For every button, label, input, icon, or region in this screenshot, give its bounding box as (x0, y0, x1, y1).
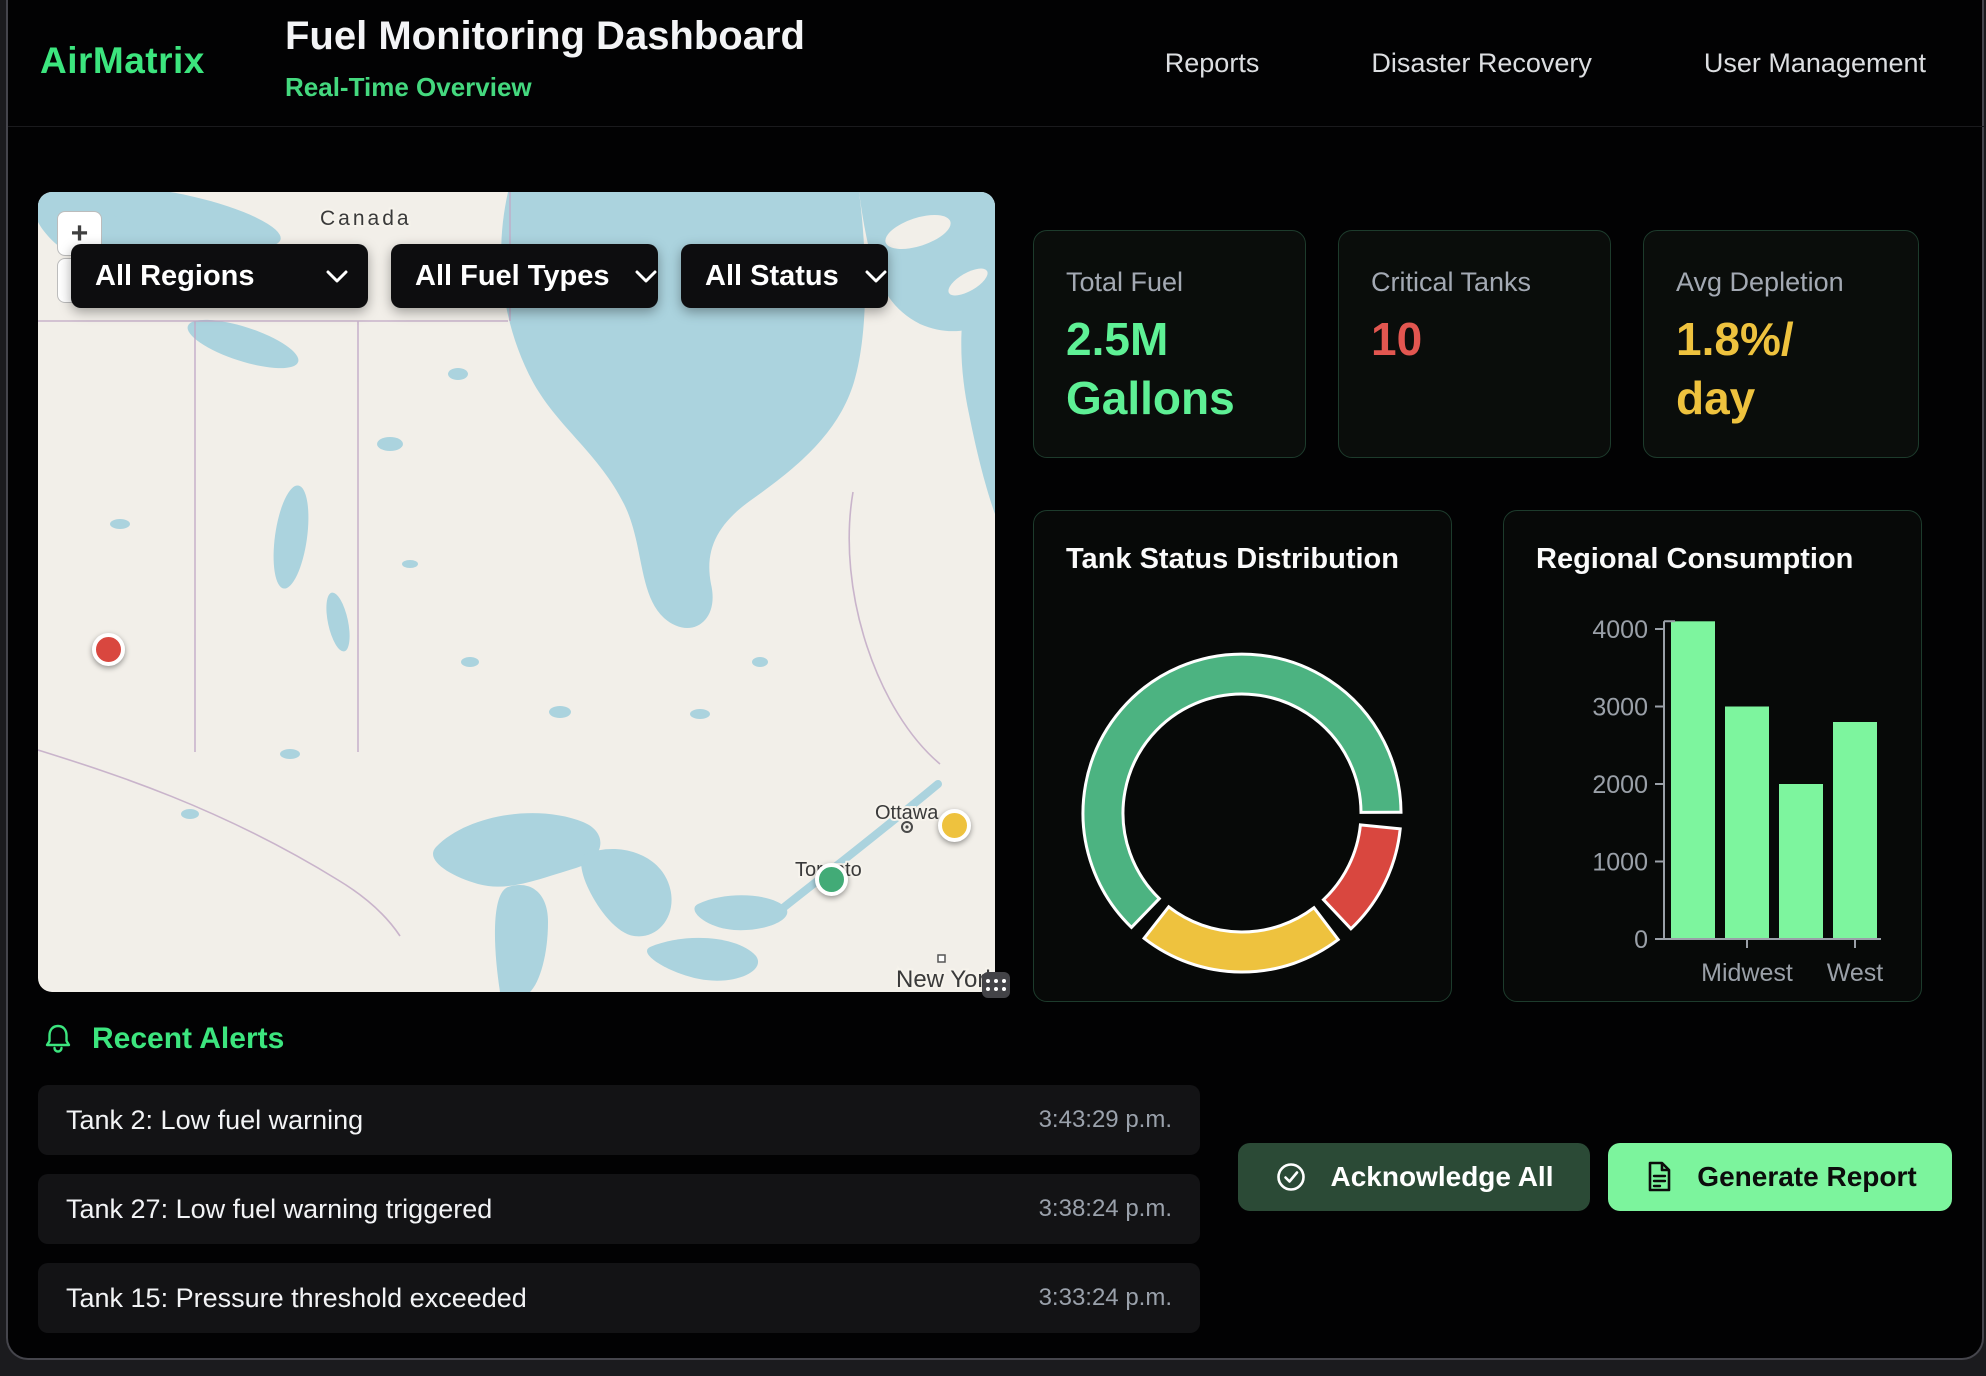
alert-time: 3:33:24 p.m. (1039, 1284, 1172, 1312)
stat-label: Total Fuel (1066, 267, 1273, 298)
normal-tank-marker[interactable] (815, 863, 848, 896)
bar-3 (1833, 722, 1877, 939)
bar-2 (1779, 784, 1823, 939)
status-filter-dropdown[interactable]: All Status (681, 244, 888, 308)
bar-1 (1725, 707, 1769, 940)
fuel-type-filter-value: All Fuel Types (415, 260, 609, 293)
chevron-down-icon (326, 270, 348, 283)
alert-text: Tank 2: Low fuel warning (66, 1105, 363, 1136)
alerts-header: Recent Alerts (42, 1022, 284, 1056)
alert-text: Tank 27: Low fuel warning triggered (66, 1194, 492, 1225)
nav-user-management[interactable]: User Management (1704, 48, 1926, 79)
alerts-title: Recent Alerts (92, 1022, 284, 1056)
stat-label: Avg Depletion (1676, 267, 1886, 298)
map-filter-row: All Regions All Fuel Types All Status (71, 244, 888, 308)
stat-value-critical-tanks: 10 (1371, 310, 1578, 369)
x-tick-label: West (1827, 959, 1884, 987)
x-tick-label: Midwest (1701, 959, 1793, 987)
bar-0 (1671, 621, 1715, 939)
stat-card-total-fuel: Total Fuel 2.5MGallons (1033, 230, 1306, 458)
map-resize-handle[interactable] (982, 972, 1010, 998)
tank-status-card: Tank Status Distribution (1033, 510, 1452, 1002)
y-tick-label: 1000 (1592, 849, 1648, 877)
stat-card-critical-tanks: Critical Tanks 10 (1338, 230, 1611, 458)
status-filter-value: All Status (705, 260, 839, 293)
donut-slice-warning (1144, 907, 1338, 972)
page-subtitle: Real-Time Overview (285, 72, 532, 103)
nav-reports[interactable]: Reports (1165, 48, 1260, 79)
y-tick-label: 0 (1634, 926, 1648, 954)
region-filter-dropdown[interactable]: All Regions (71, 244, 368, 308)
stat-value-avg-depletion: 1.8%/day (1676, 310, 1886, 428)
stat-card-avg-depletion: Avg Depletion 1.8%/day (1643, 230, 1919, 458)
y-tick-label: 2000 (1592, 771, 1648, 799)
alert-row-3[interactable]: Tank 15: Pressure threshold exceeded 3:3… (38, 1263, 1200, 1333)
alert-time: 3:43:29 p.m. (1039, 1106, 1172, 1134)
stat-label: Critical Tanks (1371, 267, 1578, 298)
donut-slice-critical (1324, 825, 1401, 929)
map-canvas: Canada Ottawa Toronto New York (38, 192, 995, 992)
page-title: Fuel Monitoring Dashboard (285, 14, 805, 59)
generate-report-label: Generate Report (1697, 1161, 1916, 1193)
document-icon (1643, 1159, 1675, 1195)
acknowledge-all-button[interactable]: Acknowledge All (1238, 1143, 1590, 1211)
check-circle-icon (1274, 1160, 1308, 1194)
nav-disaster-recovery[interactable]: Disaster Recovery (1371, 48, 1592, 79)
alert-row-2[interactable]: Tank 27: Low fuel warning triggered 3:38… (38, 1174, 1200, 1244)
tank-status-donut-chart (1034, 511, 1452, 1002)
y-tick-label: 4000 (1592, 616, 1648, 644)
warning-tank-marker[interactable] (938, 809, 971, 842)
region-filter-value: All Regions (95, 260, 255, 293)
bell-icon (42, 1022, 74, 1056)
y-tick-label: 3000 (1592, 694, 1648, 722)
regional-consumption-card: Regional Consumption 01000200030004000Mi… (1503, 510, 1922, 1002)
header: AirMatrix Fuel Monitoring Dashboard Real… (8, 0, 1984, 127)
chevron-down-icon (865, 270, 887, 283)
map-label-country: Canada (320, 207, 412, 230)
main-nav: Reports Disaster Recovery User Managemen… (1165, 0, 1926, 127)
dashboard-viewport: AirMatrix Fuel Monitoring Dashboard Real… (0, 0, 1986, 1376)
alert-row-1[interactable]: Tank 2: Low fuel warning 3:43:29 p.m. (38, 1085, 1200, 1155)
fuel-type-filter-dropdown[interactable]: All Fuel Types (391, 244, 658, 308)
fuel-tank-map[interactable]: Canada Ottawa Toronto New York + − All R… (38, 192, 995, 992)
brand-logo: AirMatrix (40, 40, 205, 82)
regional-consumption-bar-chart: 0 1000 2000 3000 4000 Midwest West (1504, 511, 1922, 1002)
alert-text: Tank 15: Pressure threshold exceeded (66, 1283, 527, 1314)
chevron-down-icon (635, 270, 657, 283)
map-label-ottawa: Ottawa (875, 802, 939, 824)
generate-report-button[interactable]: Generate Report (1608, 1143, 1952, 1211)
alert-time: 3:38:24 p.m. (1039, 1195, 1172, 1223)
critical-tank-marker[interactable] (92, 633, 125, 666)
map-label-new-york: New York (896, 966, 995, 992)
stat-value-total-fuel: 2.5MGallons (1066, 310, 1273, 428)
acknowledge-all-label: Acknowledge All (1330, 1161, 1553, 1193)
